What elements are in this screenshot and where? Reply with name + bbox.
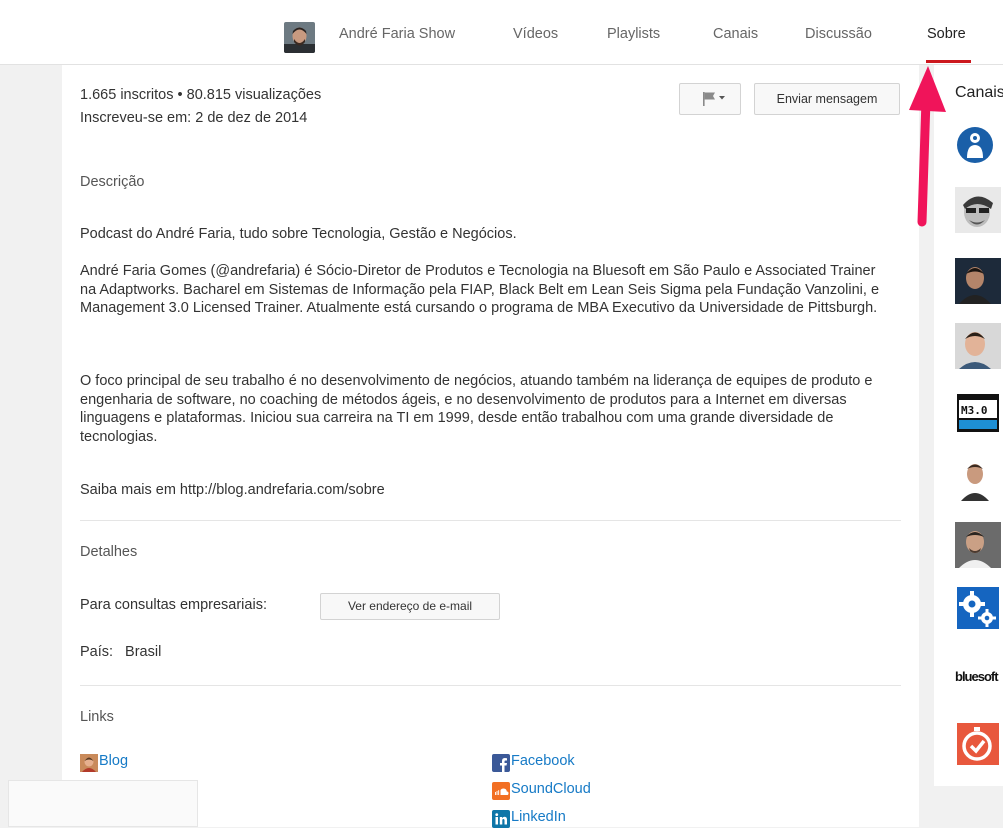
channel-thumb-gears[interactable] xyxy=(955,585,1001,631)
description-focus: O foco principal de seu trabalho é no de… xyxy=(80,373,873,445)
description-bio: André Faria Gomes (@andrefaria) é Sócio-… xyxy=(80,263,880,316)
flag-icon xyxy=(703,92,725,106)
svg-text:M3.0: M3.0 xyxy=(961,404,988,417)
channel-thumb-2[interactable] xyxy=(955,187,1001,233)
channel-thumb-3[interactable] xyxy=(955,258,1001,304)
stopwatch-icon xyxy=(955,721,1001,767)
channels-heading: Canais xyxy=(955,84,1003,101)
channel-avatar[interactable] xyxy=(284,22,315,53)
section-divider xyxy=(80,685,901,686)
tab-home[interactable]: André Faria Show xyxy=(339,26,455,42)
link-blog-label: Blog xyxy=(99,753,129,769)
links-heading: Links xyxy=(80,709,114,725)
description-heading: Descrição xyxy=(80,174,145,190)
bottom-bar xyxy=(8,780,198,827)
tab-discussion[interactable]: Discussão xyxy=(805,26,872,42)
report-flag-button[interactable] xyxy=(679,83,741,115)
link-facebook-label: Facebook xyxy=(511,753,575,769)
channel-stats: 1.665 inscritos • 80.815 visualizações xyxy=(80,87,322,103)
svg-text:bluesoft: bluesoft xyxy=(955,669,999,684)
country-label: País: xyxy=(80,644,114,660)
details-heading: Detalhes xyxy=(80,544,138,560)
business-inquiries-label: Para consultas empresariais: xyxy=(80,597,267,613)
about-panel: 1.665 inscritos • 80.815 visualizações I… xyxy=(62,65,919,828)
channel-thumb-4[interactable] xyxy=(955,323,1001,369)
join-date: Inscreveu-se em: 2 de dez de 2014 xyxy=(80,110,308,126)
gears-icon xyxy=(955,585,1001,631)
link-soundcloud-label: SoundCloud xyxy=(511,781,591,797)
soundcloud-icon xyxy=(492,782,510,800)
channel-thumb-m30[interactable]: M3.0 xyxy=(955,390,1001,436)
channel-thumb-6[interactable] xyxy=(955,455,1001,501)
description-more: Saiba mais em http://blog.andrefaria.com… xyxy=(80,482,385,498)
tab-videos[interactable]: Vídeos xyxy=(513,26,558,42)
caret-down-icon xyxy=(719,96,725,100)
tab-playlists[interactable]: Playlists xyxy=(607,26,660,42)
channel-thumb-1[interactable] xyxy=(955,122,1001,168)
channel-thumb-7[interactable] xyxy=(955,522,1001,568)
description-intro: Podcast do André Faria, tudo sobre Tecno… xyxy=(80,226,517,242)
view-email-button[interactable]: Ver endereço de e-mail xyxy=(320,593,500,620)
facebook-icon xyxy=(492,754,510,772)
channel-nav-bar: André Faria Show Vídeos Playlists Canais… xyxy=(0,0,1003,65)
blog-avatar-icon xyxy=(80,754,98,772)
send-message-button[interactable]: Enviar mensagem xyxy=(754,83,900,115)
section-divider xyxy=(80,520,901,521)
featured-channels-sidebar: Canais M3.0 bluesoft xyxy=(934,65,1003,786)
linkedin-icon xyxy=(492,810,510,828)
tab-channels[interactable]: Canais xyxy=(713,26,758,42)
active-tab-indicator xyxy=(926,60,971,63)
channel-thumb-bluesoft[interactable]: bluesoft xyxy=(955,652,1001,698)
channel-thumb-timer[interactable] xyxy=(955,721,1001,767)
tab-about[interactable]: Sobre xyxy=(927,26,966,42)
country-row: País: Brasil xyxy=(80,644,161,660)
country-value: Brasil xyxy=(125,644,162,660)
link-linkedin-label: LinkedIn xyxy=(511,809,566,825)
